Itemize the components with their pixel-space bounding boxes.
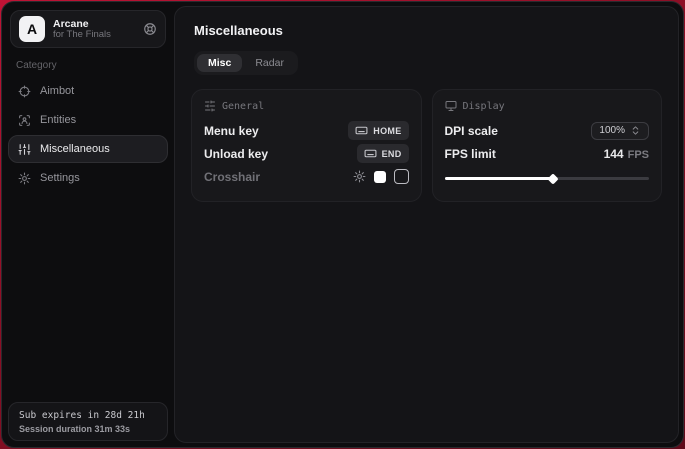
fps-limit-label: FPS limit xyxy=(445,147,496,161)
menu-key-hotkey-button[interactable]: HOME xyxy=(348,121,408,140)
sub-expires-text: Sub expires in 28d 21h xyxy=(19,410,157,421)
hotkey-value: HOME xyxy=(373,126,401,136)
gear-icon[interactable] xyxy=(353,170,366,183)
crosshair-icon xyxy=(18,85,31,98)
lifebuoy-icon[interactable] xyxy=(143,22,157,36)
crosshair-row: Crosshair xyxy=(204,165,409,188)
sidebar: A Arcane for The Finals Category xyxy=(2,2,174,447)
menu-key-label: Menu key xyxy=(204,124,259,138)
slider-fill xyxy=(445,177,553,180)
fps-limit-value: 144 FPS xyxy=(604,147,649,161)
sidebar-item-settings[interactable]: Settings xyxy=(8,164,168,192)
crosshair-controls xyxy=(353,169,409,184)
main-panel: Miscellaneous Misc Radar General Menu ke… xyxy=(174,6,679,443)
tab-misc[interactable]: Misc xyxy=(197,54,242,72)
sidebar-item-aimbot[interactable]: Aimbot xyxy=(8,77,168,105)
gear-icon xyxy=(18,172,31,185)
card-title: Display xyxy=(463,101,505,112)
fps-limit-row: FPS limit 144 FPS xyxy=(445,142,650,165)
unload-key-hotkey-button[interactable]: END xyxy=(357,144,409,163)
crosshair-color-swatch[interactable] xyxy=(374,171,386,183)
sidebar-item-label: Miscellaneous xyxy=(40,143,110,155)
unload-key-row: Unload key END xyxy=(204,142,409,165)
tab-bar: Misc Radar xyxy=(194,51,298,75)
general-card: General Menu key HOME Unload key xyxy=(191,89,422,202)
keyboard-icon xyxy=(355,124,368,137)
session-duration-text: Session duration 31m 33s xyxy=(19,424,157,434)
tab-radar[interactable]: Radar xyxy=(244,54,295,72)
scan-icon xyxy=(18,114,31,127)
cards-row: General Menu key HOME Unload key xyxy=(191,89,662,202)
dpi-scale-label: DPI scale xyxy=(445,124,498,138)
dpi-scale-select[interactable]: 100% xyxy=(591,122,649,140)
category-label: Category xyxy=(16,60,174,71)
app-window: A Arcane for The Finals Category xyxy=(1,1,684,448)
chevrons-up-down-icon xyxy=(630,125,641,136)
fps-number: 144 xyxy=(604,147,624,161)
app-title: Arcane xyxy=(53,18,135,30)
card-title: General xyxy=(222,101,264,112)
sliders-icon xyxy=(204,100,216,112)
general-card-header: General xyxy=(204,100,409,112)
slider-thumb[interactable] xyxy=(547,173,558,184)
monitor-icon xyxy=(445,100,457,112)
sidebar-nav: Aimbot Entities Miscellaneous xyxy=(2,77,174,192)
brand-text: Arcane for The Finals xyxy=(53,18,135,41)
unload-key-label: Unload key xyxy=(204,147,268,161)
sidebar-item-entities[interactable]: Entities xyxy=(8,106,168,134)
app-subtitle: for The Finals xyxy=(53,30,135,41)
page-title: Miscellaneous xyxy=(194,23,662,38)
fps-limit-slider[interactable] xyxy=(445,174,650,183)
crosshair-checkbox[interactable] xyxy=(394,169,409,184)
menu-key-row: Menu key HOME xyxy=(204,119,409,142)
sliders-icon xyxy=(18,143,31,156)
subscription-card: Sub expires in 28d 21h Session duration … xyxy=(8,402,168,441)
display-card-header: Display xyxy=(445,100,650,112)
keyboard-icon xyxy=(364,147,377,160)
sidebar-item-label: Settings xyxy=(40,172,80,184)
sidebar-item-label: Aimbot xyxy=(40,85,74,97)
sidebar-item-label: Entities xyxy=(40,114,76,126)
fps-unit: FPS xyxy=(628,149,649,161)
crosshair-label: Crosshair xyxy=(204,170,260,184)
display-card: Display DPI scale 100% FPS limit xyxy=(432,89,663,202)
app-logo: A xyxy=(19,16,45,42)
brand-card: A Arcane for The Finals xyxy=(10,10,166,48)
hotkey-value: END xyxy=(382,149,402,159)
dpi-scale-value: 100% xyxy=(599,125,625,136)
dpi-scale-row: DPI scale 100% xyxy=(445,119,650,142)
sidebar-item-miscellaneous[interactable]: Miscellaneous xyxy=(8,135,168,163)
